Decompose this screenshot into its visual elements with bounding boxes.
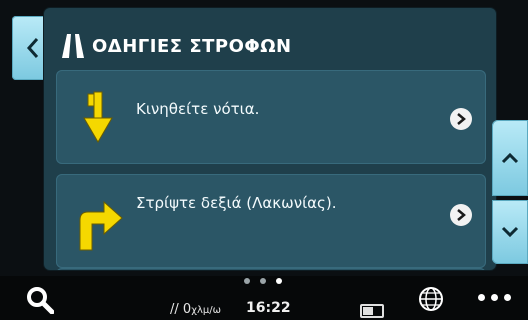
clock: 16:22 bbox=[246, 300, 291, 316]
direction-item[interactable] bbox=[56, 268, 486, 270]
speed-icon: // bbox=[170, 302, 179, 317]
more-options-button[interactable] bbox=[478, 294, 511, 301]
dot-icon bbox=[504, 294, 511, 301]
speed-value: 0 bbox=[182, 302, 192, 317]
scroll-down-button[interactable] bbox=[492, 200, 528, 264]
globe-icon[interactable] bbox=[418, 286, 444, 312]
chevron-right-icon[interactable] bbox=[450, 108, 472, 130]
navigation-screen: ΟΔΗΓΙΕΣ ΣΤΡΟΦΩΝ Κινηθείτε νότια. Στρίψτε… bbox=[0, 0, 528, 320]
direction-text: Στρίψτε δεξιά (Λακωνίας). bbox=[136, 194, 337, 212]
chevron-up-icon bbox=[501, 152, 519, 164]
dot-icon bbox=[478, 294, 485, 301]
direction-text: Κινηθείτε νότια. bbox=[136, 100, 260, 118]
page-indicator bbox=[244, 278, 282, 284]
road-icon bbox=[62, 34, 84, 58]
page-dot bbox=[244, 278, 250, 284]
arrow-down-icon bbox=[83, 91, 113, 143]
battery-icon bbox=[360, 304, 384, 318]
chevron-down-icon bbox=[501, 226, 519, 238]
directions-panel: ΟΔΗΓΙΕΣ ΣΤΡΟΦΩΝ Κινηθείτε νότια. Στρίψτε… bbox=[44, 8, 496, 270]
dot-icon bbox=[491, 294, 498, 301]
chevron-left-icon bbox=[26, 38, 39, 58]
chevron-right-icon[interactable] bbox=[450, 204, 472, 226]
directions-list: Κινηθείτε νότια. Στρίψτε δεξιά (Λακωνίας… bbox=[56, 70, 486, 270]
scroll-up-button[interactable] bbox=[492, 120, 528, 196]
search-icon[interactable] bbox=[26, 286, 54, 314]
direction-item[interactable]: Στρίψτε δεξιά (Λακωνίας). bbox=[56, 174, 486, 268]
panel-header: ΟΔΗΓΙΕΣ ΣΤΡΟΦΩΝ bbox=[62, 32, 292, 60]
turn-right-icon bbox=[79, 200, 123, 251]
speed-unit: χλμ/ω bbox=[191, 305, 221, 316]
direction-item[interactable]: Κινηθείτε νότια. bbox=[56, 70, 486, 164]
page-title: ΟΔΗΓΙΕΣ ΣΤΡΟΦΩΝ bbox=[92, 35, 292, 57]
page-dot-active bbox=[276, 278, 282, 284]
page-dot bbox=[260, 278, 266, 284]
speed-display: // 0χλμ/ω bbox=[170, 302, 221, 317]
